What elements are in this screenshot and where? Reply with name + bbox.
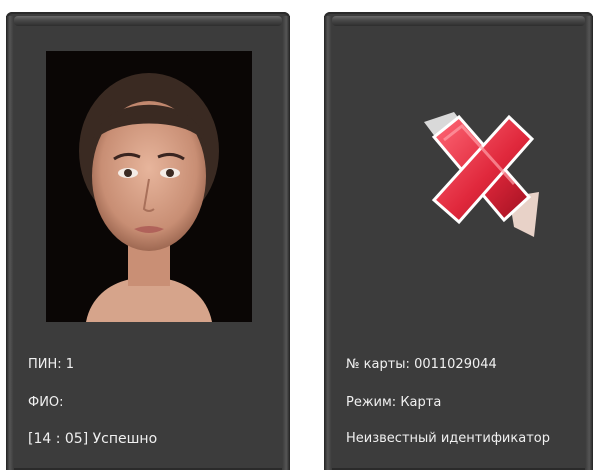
panel-frame-right <box>585 16 593 470</box>
panel-frame-left <box>6 16 14 470</box>
panel-frame-right <box>282 16 290 470</box>
name-label: ФИО: <box>28 395 64 410</box>
panel-top-bar <box>14 16 282 26</box>
pin-label: ПИН: 1 <box>28 357 75 372</box>
red-x-icon <box>414 102 544 246</box>
mode-label: Режим: Карта <box>346 395 442 410</box>
user-card-panel: ПИН: 1 ФИО: [14 : 05] Успешно <box>6 12 290 470</box>
result-status: Неизвестный идентификатор <box>346 431 550 446</box>
face-photo-image <box>46 51 252 322</box>
user-photo <box>46 51 252 322</box>
card-number-label: № карты: 0011029044 <box>346 357 497 372</box>
verification-status: [14 : 05] Успешно <box>28 431 158 447</box>
panel-frame-left <box>324 16 332 470</box>
card-result-panel: № карты: 0011029044 Режим: Карта Неизвес… <box>324 12 593 470</box>
panel-top-bar <box>332 16 585 26</box>
